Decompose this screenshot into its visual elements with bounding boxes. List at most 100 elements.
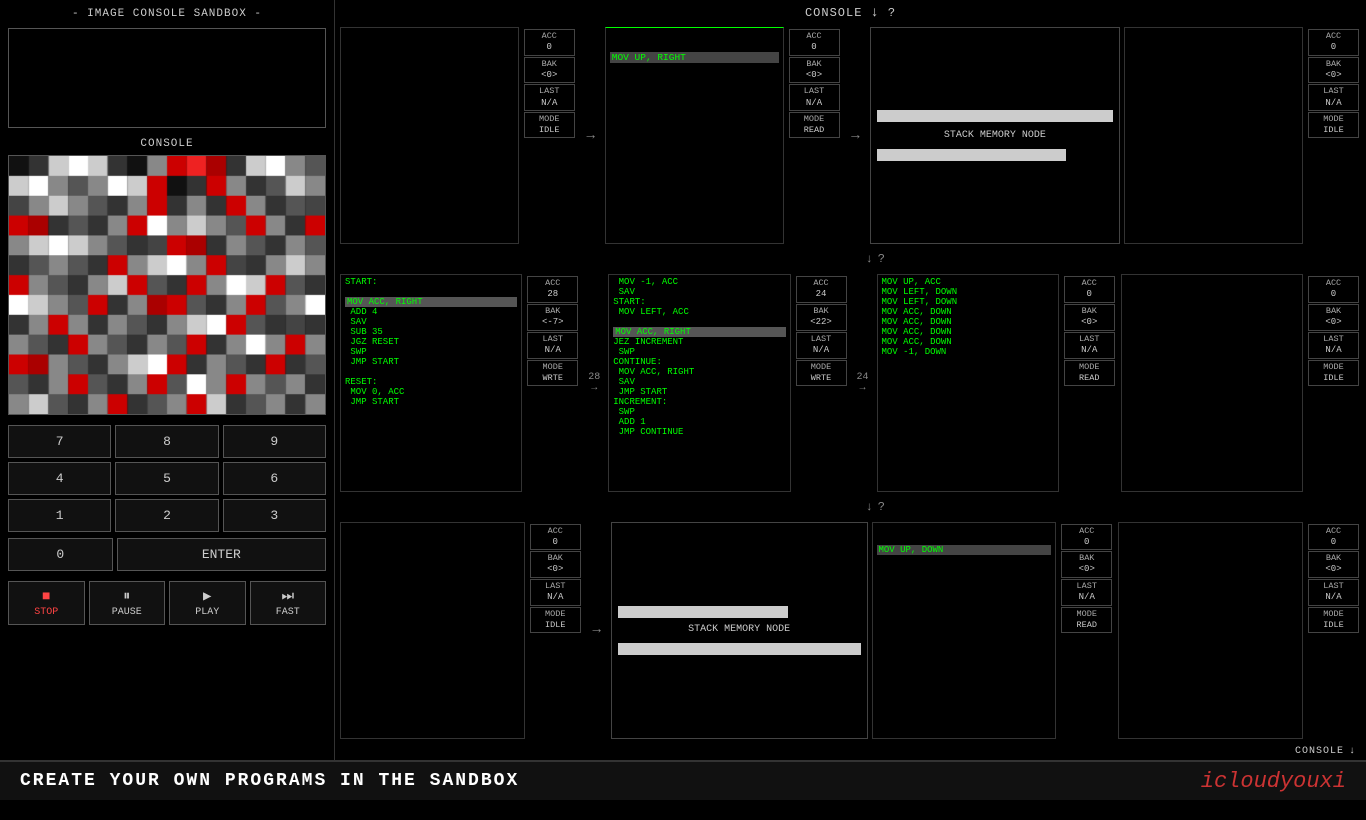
- brand-text: icloudyouxi: [1201, 769, 1346, 794]
- row1-node2-mode: MODE READ: [789, 112, 840, 138]
- row2-node1-last: LAST N/A: [527, 332, 578, 359]
- fast-label: FAST: [276, 607, 300, 618]
- row3-node4-cell: ACC 0 BAK <0> LAST N/A MODE: [1118, 522, 1361, 739]
- row3-node4-acc: ACC 0: [1308, 524, 1359, 551]
- row2-node3-cell: MOV UP, ACC MOV LEFT, DOWN MOV LEFT, DOW…: [877, 274, 1117, 491]
- row2-node3-acc: ACC 0: [1064, 276, 1115, 303]
- app-title: - IMAGE CONSOLE SANDBOX -: [8, 8, 326, 20]
- row1-node4-mode: MODE IDLE: [1308, 112, 1359, 138]
- row1-node4-cell: ACC 0 BAK <0> LAST N/A MODE: [1124, 27, 1361, 244]
- row3-node4-registers: ACC 0 BAK <0> LAST N/A MODE: [1306, 522, 1361, 739]
- row1: ACC 0 BAK <0> LAST N/A MODE: [340, 27, 1361, 244]
- row1-node4-acc: ACC 0: [1308, 29, 1359, 56]
- btn-9[interactable]: 9: [223, 425, 326, 458]
- row3-node3-title: MOV UP, DOWN: [877, 545, 1052, 555]
- row1-stack-node: STACK MEMORY NODE: [870, 27, 1121, 244]
- row1-node1-acc: ACC 0: [524, 29, 575, 56]
- row3-node4-last: LAST N/A: [1308, 579, 1359, 606]
- row2-node3-registers: ACC 0 BAK <0> LAST N/A MODE: [1062, 274, 1117, 491]
- stop-label: STOP: [34, 607, 58, 618]
- btn-0[interactable]: 0: [8, 538, 113, 571]
- console-down-arrow-icon: ↓: [870, 5, 879, 21]
- row3-stack-node: STACK MEMORY NODE: [611, 522, 868, 739]
- btn-5[interactable]: 5: [115, 462, 218, 495]
- row2-node4-acc: ACC 0: [1308, 276, 1359, 303]
- row3-node1-bak: BAK <0>: [530, 551, 581, 578]
- row2-node3-code: MOV UP, ACC MOV LEFT, DOWN MOV LEFT, DOW…: [877, 274, 1059, 491]
- row1-node2-code: MOV UP, RIGHT: [605, 27, 784, 244]
- stop-button[interactable]: ■ STOP: [8, 581, 85, 625]
- fast-button[interactable]: ⏭ FAST: [250, 581, 327, 625]
- pause-icon: ⏸: [123, 589, 130, 605]
- row1-node2-cell: MOV UP, RIGHT ACC 0 BAK <0> LAST: [605, 27, 842, 244]
- row2-node3-last: LAST N/A: [1064, 332, 1115, 359]
- row1-stack-bar1: [877, 110, 1114, 122]
- row2-node2-code: MOV -1, ACC SAV START: MOV LEFT, ACC MOV…: [608, 274, 790, 491]
- row1-node1-cell: ACC 0 BAK <0> LAST N/A MODE: [340, 27, 577, 244]
- bottom-console-down-icon: ↓: [1349, 746, 1356, 757]
- row2-node1-code: START: MOV ACC, RIGHT ADD 4 SAV SUB 35 J…: [340, 274, 522, 491]
- banner-text: CREATE YOUR OWN PROGRAMS IN THE SANDBOX: [20, 771, 519, 791]
- row2-node2-last: LAST N/A: [796, 332, 847, 359]
- connector1-help-icon: ?: [878, 252, 885, 266]
- row2-node1-bak: BAK <-7>: [527, 304, 578, 331]
- row3-node1-code: [340, 522, 525, 739]
- btn-8[interactable]: 8: [115, 425, 218, 458]
- row1-node2-registers: ACC 0 BAK <0> LAST N/A MODE: [787, 27, 842, 244]
- row3-node4-code: [1118, 522, 1303, 739]
- row1-node2-title: MOV UP, RIGHT: [610, 52, 779, 63]
- row3-arrow1: →: [587, 522, 607, 739]
- row2-arrow1: 28 →: [584, 274, 604, 491]
- playback-controls: ■ STOP ⏸ PAUSE ▶ PLAY ⏭ FAST: [8, 581, 326, 625]
- right-area: CONSOLE ↓ ? ACC 0 BAK <0>: [335, 0, 1366, 760]
- row1-node4-registers: ACC 0 BAK <0> LAST N/A MODE: [1306, 27, 1361, 244]
- row3-node3-registers: ACC 0 BAK <0> LAST N/A MODE: [1059, 522, 1114, 739]
- row1-node2-last: LAST N/A: [789, 84, 840, 111]
- row1-node1-bak: BAK <0>: [524, 57, 575, 84]
- row3-node4-mode: MODE IDLE: [1308, 607, 1359, 633]
- btn-3[interactable]: 3: [223, 499, 326, 532]
- row2-node4-bak: BAK <0>: [1308, 304, 1359, 331]
- connector2-help-icon: ?: [878, 500, 885, 514]
- btn-4[interactable]: 4: [8, 462, 111, 495]
- play-button[interactable]: ▶ PLAY: [169, 581, 246, 625]
- row1-stack-label: STACK MEMORY NODE: [877, 130, 1114, 141]
- row2-node2-highlight: MOV ACC, RIGHT: [613, 327, 785, 337]
- btn-7[interactable]: 7: [8, 425, 111, 458]
- row1-node4-bak: BAK <0>: [1308, 57, 1359, 84]
- row1-stack-bar2: [877, 149, 1066, 161]
- connector2-down-arrow-icon: ↓: [866, 500, 873, 514]
- row3-node3-mode: MODE READ: [1061, 607, 1112, 633]
- row1-node1-last: LAST N/A: [524, 84, 575, 111]
- row2-node4-cell: ACC 0 BAK <0> LAST N/A MODE: [1121, 274, 1361, 491]
- btn-1[interactable]: 1: [8, 499, 111, 532]
- image-console-box: [8, 28, 326, 128]
- row2-node4-last: LAST N/A: [1308, 332, 1359, 359]
- btn-2[interactable]: 2: [115, 499, 218, 532]
- row3-stack-bar2: [618, 643, 861, 655]
- row1-arrow1: →: [581, 27, 601, 244]
- row2-node2-acc: ACC 24: [796, 276, 847, 303]
- console-header: CONSOLE ↓ ?: [340, 5, 1361, 21]
- connector2: ↓ ?: [836, 500, 1111, 514]
- enter-button[interactable]: ENTER: [117, 538, 326, 571]
- left-panel: - IMAGE CONSOLE SANDBOX - CONSOLE 7 8 9 …: [0, 0, 335, 760]
- row3-node3-bak: BAK <0>: [1061, 551, 1112, 578]
- bottom-banner: CREATE YOUR OWN PROGRAMS IN THE SANDBOX …: [0, 760, 1366, 800]
- row3-node1-cell: ACC 0 BAK <0> LAST N/A MODE: [340, 522, 583, 739]
- row2-node2-cell: MOV -1, ACC SAV START: MOV LEFT, ACC MOV…: [608, 274, 848, 491]
- row2-node4-mode: MODE IDLE: [1308, 360, 1359, 386]
- btn-6[interactable]: 6: [223, 462, 326, 495]
- console-label: CONSOLE: [8, 138, 326, 150]
- pause-button[interactable]: ⏸ PAUSE: [89, 581, 166, 625]
- pixel-canvas: [8, 155, 326, 415]
- row3-node1-last: LAST N/A: [530, 579, 581, 606]
- row1-node1-registers: ACC 0 BAK <0> LAST N/A MODE: [522, 27, 577, 244]
- help-icon: ?: [888, 6, 896, 20]
- row1-node4-last: LAST N/A: [1308, 84, 1359, 111]
- play-label: PLAY: [195, 607, 219, 618]
- row2-node1-mode: MODE WRTE: [527, 360, 578, 386]
- row1-node2-acc: ACC 0: [789, 29, 840, 56]
- row3-stack-label: STACK MEMORY NODE: [618, 624, 861, 635]
- row2-arrow2: 24 →: [853, 274, 873, 491]
